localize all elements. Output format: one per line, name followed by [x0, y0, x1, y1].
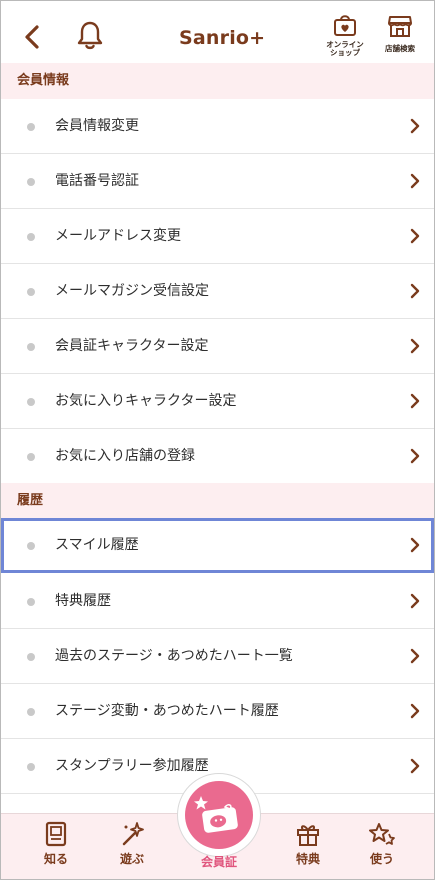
stars-icon	[369, 823, 395, 845]
member-card-button[interactable]	[185, 781, 253, 849]
menu-item-label: メールアドレス変更	[55, 228, 181, 244]
menu-item-label: お気に入りキャラクター設定	[55, 393, 237, 409]
chevron-right-icon	[410, 593, 420, 609]
tab-play-label: 遊ぶ	[119, 852, 144, 866]
chevron-right-icon	[410, 703, 420, 719]
bullet-dot	[27, 288, 35, 296]
tab-benefits-label: 特典	[295, 852, 320, 866]
shopping-bag-icon	[334, 15, 356, 36]
app-logo: Sanrio+	[179, 27, 266, 49]
member-card-icon	[194, 796, 238, 833]
menu-item-label: 会員情報変更	[55, 118, 139, 134]
chevron-right-icon	[410, 448, 420, 464]
store-icon	[388, 16, 412, 37]
section-header-member: 会員情報	[1, 63, 434, 99]
menu-item-benefit-history[interactable]: 特典履歴	[1, 574, 434, 629]
tab-play[interactable]: 遊ぶ	[101, 820, 163, 876]
chevron-right-icon	[410, 228, 420, 244]
menu-item-smile-history[interactable]: スマイル履歴	[1, 518, 434, 573]
bell-icon	[77, 21, 103, 50]
chevron-right-icon	[410, 173, 420, 189]
tab-know-label: 知る	[43, 852, 68, 866]
bullet-dot	[27, 398, 35, 406]
bullet-dot	[27, 653, 35, 661]
menu-item-label: ステージ変動・あつめたハート履歴	[55, 703, 279, 719]
bullet-dot	[27, 763, 35, 771]
menu-item-label: 電話番号認証	[55, 173, 139, 189]
store-search-button[interactable]: 店舗検索	[375, 13, 425, 61]
notification-button[interactable]	[75, 19, 105, 51]
online-shop-button[interactable]: オンライン ショップ	[319, 13, 371, 61]
magic-wand-icon	[122, 822, 144, 846]
section-header-history: 履歴	[1, 483, 434, 519]
bullet-dot	[27, 453, 35, 461]
tab-use[interactable]: 使う	[351, 820, 413, 876]
bullet-dot	[27, 123, 35, 131]
chevron-right-icon	[410, 393, 420, 409]
app-screen: Sanrio+ オンライン ショップ 店舗検索 会員情報 会員情報変更 電話番号…	[0, 0, 435, 880]
bullet-dot	[27, 178, 35, 186]
book-icon	[45, 821, 67, 847]
bullet-dot	[27, 598, 35, 606]
bullet-dot	[27, 542, 35, 550]
menu-item-label: スマイル履歴	[55, 537, 139, 553]
menu-item-favorite-store-register[interactable]: お気に入り店舗の登録	[1, 429, 434, 484]
back-button[interactable]	[19, 23, 47, 51]
chevron-right-icon	[410, 758, 420, 774]
menu-item-card-character-settings[interactable]: 会員証キャラクター設定	[1, 319, 434, 374]
menu-item-label: お気に入り店舗の登録	[55, 448, 195, 464]
tab-use-label: 使う	[369, 852, 394, 866]
chevron-right-icon	[410, 118, 420, 134]
menu-item-email-change[interactable]: メールアドレス変更	[1, 209, 434, 264]
menu-item-past-stage-hearts[interactable]: 過去のステージ・あつめたハート一覧	[1, 629, 434, 684]
menu-item-newsletter-settings[interactable]: メールマガジン受信設定	[1, 264, 434, 319]
tab-member-card-label: 会員証	[200, 855, 237, 869]
bullet-dot	[27, 343, 35, 351]
tab-benefits[interactable]: 特典	[277, 820, 339, 876]
bullet-dot	[27, 708, 35, 716]
chevron-right-icon	[410, 537, 420, 553]
online-shop-label-2: ショップ	[330, 48, 360, 57]
gift-icon	[297, 825, 319, 846]
menu-item-label: 会員証キャラクター設定	[55, 338, 209, 354]
menu-item-label: メールマガジン受信設定	[55, 283, 209, 299]
menu-item-phone-verify[interactable]: 電話番号認証	[1, 154, 434, 209]
tab-know[interactable]: 知る	[25, 820, 87, 876]
bullet-dot	[27, 233, 35, 241]
menu-item-label: 特典履歴	[55, 593, 111, 609]
chevron-right-icon	[410, 648, 420, 664]
store-search-label: 店舗検索	[385, 44, 415, 53]
menu-item-favorite-character-settings[interactable]: お気に入りキャラクター設定	[1, 374, 434, 429]
menu-item-label: 過去のステージ・あつめたハート一覧	[55, 648, 293, 664]
chevron-left-icon	[25, 25, 39, 49]
menu-item-member-info-change[interactable]: 会員情報変更	[1, 99, 434, 154]
chevron-right-icon	[410, 338, 420, 354]
menu-item-stage-change-history[interactable]: ステージ変動・あつめたハート履歴	[1, 684, 434, 739]
top-header: Sanrio+ オンライン ショップ 店舗検索	[1, 1, 434, 63]
chevron-right-icon	[410, 283, 420, 299]
